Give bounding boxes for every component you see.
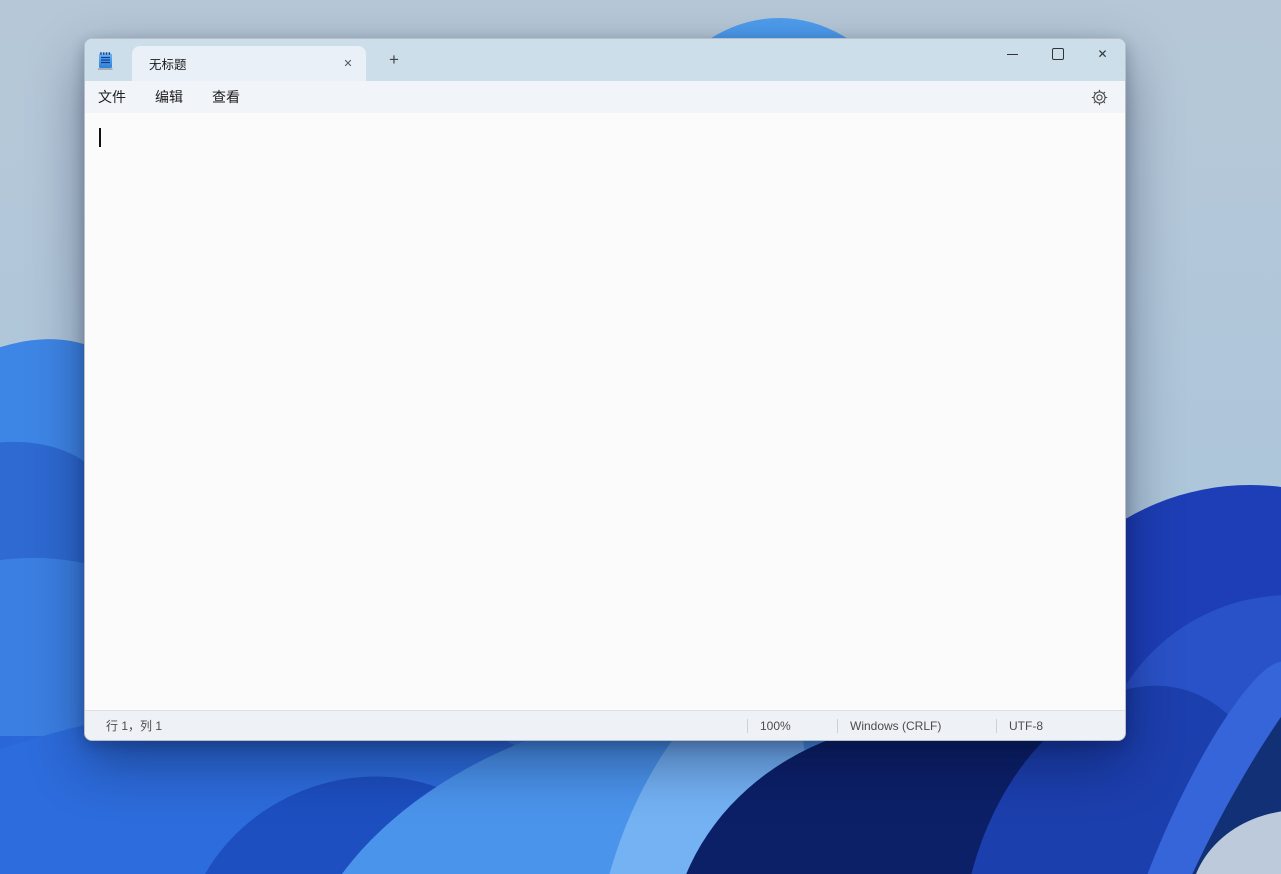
encoding-label: UTF-8 <box>1009 719 1043 733</box>
gear-icon <box>1091 89 1108 106</box>
tab-title: 无标题 <box>132 54 338 73</box>
text-caret <box>99 128 101 147</box>
maximize-button[interactable] <box>1035 39 1080 69</box>
statusbar-encoding[interactable]: UTF-8 <box>997 711 1125 740</box>
caption-buttons: ✕ <box>990 39 1125 81</box>
tab-close-icon[interactable]: ✕ <box>338 54 358 74</box>
zoom-level-label: 100% <box>760 719 791 733</box>
statusbar: 行 1，列 1 100% Windows (CRLF) UTF-8 <box>85 710 1125 740</box>
titlebar[interactable]: 无标题 ✕ + ✕ <box>85 39 1125 81</box>
maximize-icon <box>1052 48 1064 60</box>
menubar: 文件 编辑 查看 <box>85 81 1125 113</box>
statusbar-zoom[interactable]: 100% <box>748 711 837 740</box>
cursor-position-label: 行 1，列 1 <box>106 717 162 734</box>
menu-file[interactable]: 文件 <box>98 81 126 113</box>
minimize-button[interactable] <box>990 39 1035 69</box>
minimize-icon <box>1007 54 1018 55</box>
desktop: 无标题 ✕ + ✕ 文件 编辑 查看 <box>0 0 1281 874</box>
new-tab-button[interactable]: + <box>381 47 407 73</box>
tab-untitled[interactable]: 无标题 ✕ <box>132 46 366 81</box>
plus-icon: + <box>389 50 399 70</box>
statusbar-line-ending[interactable]: Windows (CRLF) <box>838 711 996 740</box>
settings-button[interactable] <box>1090 88 1109 107</box>
notepad-window: 无标题 ✕ + ✕ 文件 编辑 查看 <box>84 38 1126 741</box>
menu-view[interactable]: 查看 <box>212 81 240 113</box>
menu-edit[interactable]: 编辑 <box>155 81 183 113</box>
notepad-icon <box>97 51 115 71</box>
line-ending-label: Windows (CRLF) <box>850 719 941 733</box>
statusbar-cursor-position: 行 1，列 1 <box>85 711 747 740</box>
close-icon: ✕ <box>1097 48 1107 60</box>
text-editor-area[interactable] <box>85 113 1125 710</box>
close-button[interactable]: ✕ <box>1080 39 1125 69</box>
